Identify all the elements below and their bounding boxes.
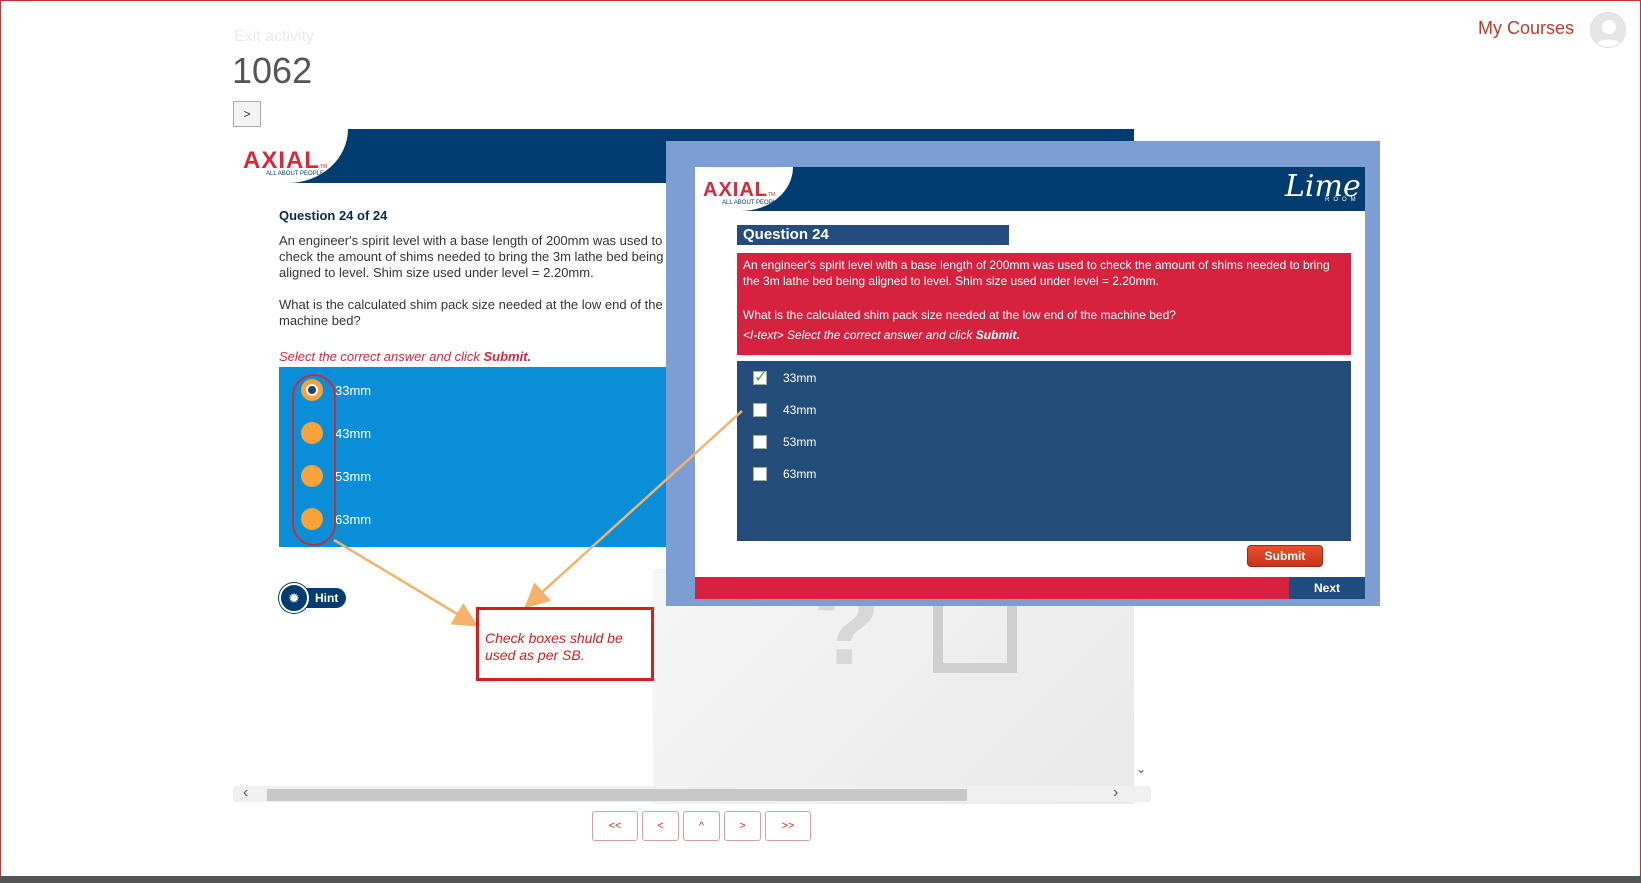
toggle-sidebar-button[interactable]: > (233, 101, 261, 127)
first-page-button[interactable]: << (592, 811, 638, 841)
answer-option[interactable]: 43mm (753, 403, 816, 417)
footer-bar (695, 577, 1365, 599)
question-text: An engineer's spirit level with a base l… (279, 233, 664, 280)
previous-page-button[interactable]: < (642, 811, 679, 841)
option-label: 33mm (335, 382, 372, 398)
reference-slide: AXIALTM ALL ABOUT PEOPLE Lime ROOM Quest… (695, 167, 1365, 599)
option-label: 33mm (783, 371, 817, 385)
instruction-bold: Submit. (975, 328, 1020, 342)
axial-logo: AXIALTM ALL ABOUT PEOPLE (695, 167, 793, 211)
answer-option[interactable]: 53mm (753, 435, 816, 449)
next-button[interactable]: Next (1289, 577, 1365, 599)
question-title: Question 24 (737, 225, 1009, 245)
reference-banner (695, 167, 1365, 211)
checkbox[interactable] (753, 467, 767, 481)
question-text: An engineer's spirit level with a base l… (743, 258, 1330, 288)
scroll-down-icon[interactable]: ⌄ (1136, 762, 1146, 776)
answer-option[interactable]: 63mm (753, 467, 816, 481)
question-heading: Question 24 of 24 (279, 208, 388, 223)
instruction-text: Select the correct answer and click (279, 349, 480, 364)
answer-instruction: Select the correct answer and click Subm… (279, 349, 531, 364)
logo-text: AXIAL (703, 179, 768, 201)
checkbox[interactable] (753, 403, 767, 417)
submit-button[interactable]: Submit (1247, 545, 1323, 567)
scroll-left-icon[interactable]: ‹ (243, 784, 248, 802)
question-prompt: What is the calculated shim pack size ne… (279, 297, 663, 328)
answer-instruction: <I-text> Select the correct answer and c… (743, 327, 1345, 343)
option-label: 63mm (335, 511, 372, 527)
option-label: 43mm (783, 403, 817, 417)
up-button[interactable]: ^ (683, 811, 720, 841)
logo-subtitle: ALL ABOUT PEOPLE (266, 171, 325, 177)
scrollbar-thumb[interactable] (267, 789, 967, 801)
horizontal-scrollbar[interactable]: ‹ › (233, 784, 1151, 802)
option-label: 53mm (335, 468, 372, 484)
annotation-oval (292, 374, 336, 546)
lime-room-subtitle: ROOM (1325, 197, 1360, 203)
my-courses-link[interactable]: My Courses (1478, 18, 1574, 39)
instruction-bold: Submit. (483, 349, 532, 364)
answer-options: 33mm 43mm 53mm 63mm (737, 361, 1351, 541)
option-label: 63mm (783, 467, 817, 481)
checkbox[interactable] (753, 367, 767, 387)
exit-activity-link[interactable]: Exit activity (234, 28, 314, 46)
last-page-button[interactable]: >> (765, 811, 811, 841)
question-box: An engineer's spirit level with a base l… (737, 253, 1351, 355)
option-label: 53mm (783, 435, 817, 449)
bottom-bar (0, 876, 1641, 883)
answer-option[interactable]: 33mm (753, 367, 817, 387)
logo-subtitle: ALL ABOUT PEOPLE (722, 200, 781, 206)
scroll-right-icon[interactable]: › (1113, 784, 1118, 802)
instruction-text: <I-text> Select the correct answer and c… (743, 328, 973, 342)
logo-text: AXIAL (243, 147, 320, 174)
hint-button[interactable]: ✹ Hint (279, 583, 347, 613)
next-page-button[interactable]: > (724, 811, 761, 841)
annotation-note: Check boxes shuld be used as per SB. (476, 607, 654, 681)
logo-tm: TM (768, 192, 776, 198)
page-title: 1062 (232, 50, 313, 91)
option-label: 43mm (335, 425, 372, 441)
checkbox[interactable] (753, 435, 767, 449)
lightbulb-icon: ✹ (279, 583, 309, 613)
avatar[interactable] (1590, 12, 1626, 48)
question-prompt: What is the calculated shim pack size ne… (743, 308, 1176, 322)
reference-screenshot: AXIALTM ALL ABOUT PEOPLE Lime ROOM Quest… (666, 141, 1380, 606)
answer-options: 33mm 43mm 53mm 63mm (279, 367, 669, 547)
logo-tm: TM (320, 164, 328, 170)
